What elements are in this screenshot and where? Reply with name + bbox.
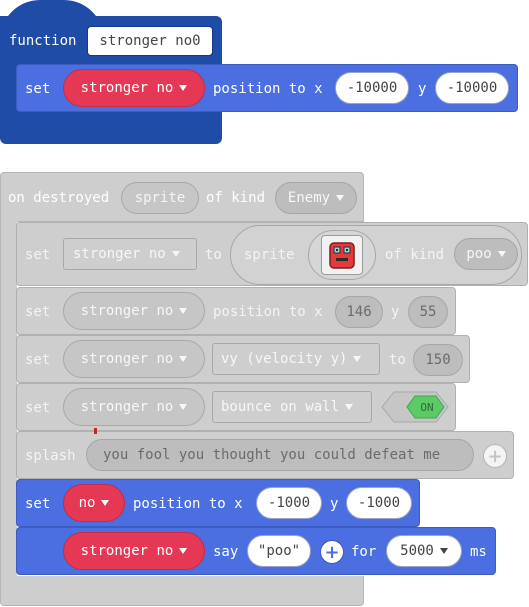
duration-value: 5000 [400,543,434,559]
chevron-down-icon [353,356,362,362]
position-label: position to x [133,496,243,512]
say-text-value: "poo" [257,543,301,559]
velocity-input[interactable]: 150 [413,344,463,376]
sprite-label: sprite [244,247,295,263]
property-dropdown[interactable]: vy (velocity y) [212,343,380,375]
event-prefix: on destroyed [8,190,110,206]
set-label: set [25,304,51,320]
set-label: set [25,400,51,416]
function-name-text: stronger no0 [99,33,201,49]
x-input[interactable]: 146 [335,296,383,328]
sprite-dropdown-text: no [78,495,96,511]
add-parameter-icon[interactable]: + [483,444,507,468]
y-input-value: 55 [419,304,437,320]
splash-text-value: you fool you thought you could defeat me [103,447,441,463]
chevron-down-icon [171,251,180,257]
kind-dropdown[interactable]: poo [454,238,518,270]
velocity-input-value: 150 [425,352,451,368]
sprite-dropdown-text: stronger no [80,543,174,559]
position-label: position to x [213,304,323,320]
chevron-down-icon [101,500,110,506]
set-label: set [25,247,51,263]
sprite-dropdown-text: stronger no [80,351,174,367]
y-input[interactable]: -10000 [435,72,509,104]
set-label: set [25,81,51,97]
event-sprite-text: sprite [134,190,186,206]
set-label: set [25,496,51,512]
sprite-dropdown-text: stronger no [80,303,174,319]
function-keyword: function [9,33,77,49]
say-label: say [213,544,239,560]
event-kind-dropdown[interactable]: Enemy [275,182,357,214]
sprite-dropdown-text: stronger no [80,80,174,96]
set-label: set [25,352,51,368]
x-input[interactable]: -10000 [335,72,409,104]
sprite-dropdown[interactable]: stronger no [63,292,205,330]
chevron-down-icon [336,195,345,201]
variable-dropdown[interactable]: stronger no [63,238,197,270]
x-input[interactable]: -1000 [256,487,322,519]
chevron-down-icon [179,404,188,410]
chevron-down-icon [439,548,448,554]
chevron-down-icon [179,356,188,362]
y-input[interactable]: -1000 [346,487,412,519]
splash-text-input[interactable]: you fool you thought you could defeat me [86,439,474,471]
error-marker [94,428,97,434]
x-input-value: 146 [346,304,372,320]
sprite-dropdown-text: stronger no [80,399,174,415]
function-footer [0,110,222,144]
x-input-value: -10000 [346,80,398,96]
chevron-down-icon [345,404,354,410]
sprite-dropdown[interactable]: stronger no [63,388,205,426]
y-label: y [330,496,339,512]
y-label: y [391,304,400,320]
y-input-value: -10000 [446,80,498,96]
event-kind-text: Enemy [287,190,331,206]
flag-dropdown[interactable]: bounce on wall [212,391,372,423]
x-input-value: -1000 [267,495,311,511]
event-sprite-param[interactable]: sprite [121,182,199,214]
red-robot-sprite-icon [329,242,355,269]
function-name-field[interactable]: stronger no0 [87,26,213,56]
sprite-dropdown[interactable]: stronger no [63,69,205,107]
y-input[interactable]: 55 [408,296,448,328]
to-label: to [205,247,222,263]
to-label: to [389,352,406,368]
variable-dropdown-text: stronger no [73,246,166,262]
sprite-dropdown[interactable]: stronger no [63,340,205,378]
toggle-label: ON [420,401,434,414]
property-dropdown-text: vy (velocity y) [221,351,348,367]
kind-dropdown-text: poo [466,246,492,262]
y-label: y [418,81,427,97]
position-label: position to x [213,81,323,97]
chevron-down-icon [179,308,188,314]
flag-dropdown-text: bounce on wall [221,399,340,415]
event-spine [0,220,17,580]
chevron-down-icon [497,251,506,257]
add-parameter-icon[interactable]: + [320,540,344,564]
event-footer [0,576,364,606]
say-text-input[interactable]: "poo" [247,535,311,567]
splash-label: splash [25,448,76,464]
y-input-value: -1000 [357,495,401,511]
of-kind-label: of kind [385,247,445,263]
for-label: for [351,544,377,560]
sprite-dropdown[interactable]: no [63,484,125,522]
duration-dropdown[interactable]: 5000 [386,535,462,567]
ms-label: ms [470,544,487,560]
chevron-down-icon [179,548,188,554]
sprite-dropdown[interactable]: stronger no [63,532,205,570]
event-of-kind: of kind [206,190,266,206]
chevron-down-icon [179,85,188,91]
